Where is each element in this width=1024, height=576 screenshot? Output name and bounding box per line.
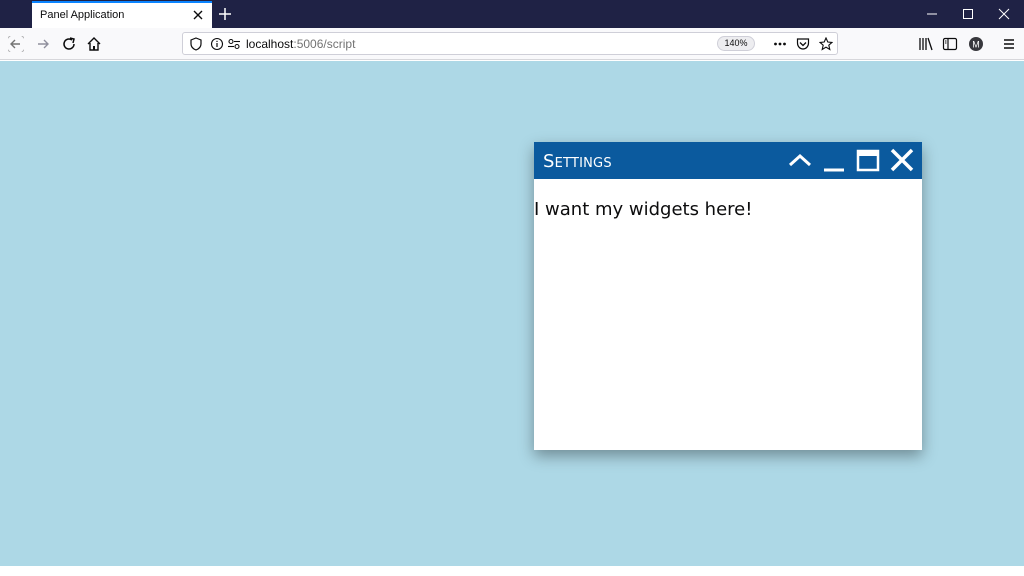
- tab-strip: Panel Application: [0, 0, 1024, 28]
- tab-title: Panel Application: [40, 9, 125, 21]
- close-icon[interactable]: [986, 0, 1022, 28]
- account-initial: M: [972, 40, 980, 50]
- star-icon[interactable]: [818, 36, 834, 51]
- maximize-icon[interactable]: [950, 0, 986, 28]
- minimize-icon[interactable]: [914, 0, 950, 28]
- info-icon[interactable]: [210, 37, 224, 51]
- navigation-toolbar: localhost:5006/script 140% M: [0, 28, 1024, 60]
- minimize-icon[interactable]: [820, 148, 848, 174]
- panel-header[interactable]: Settings: [534, 142, 922, 179]
- account-icon[interactable]: M: [964, 32, 988, 56]
- reload-icon[interactable]: [57, 32, 81, 56]
- tab-panel-application[interactable]: Panel Application: [32, 1, 212, 28]
- panel-body-text: I want my widgets here!: [534, 199, 753, 220]
- settings-floatpanel: Settings I want my widgets here!: [534, 142, 922, 450]
- url-host: localhost: [246, 37, 294, 51]
- back-icon[interactable]: [4, 32, 28, 56]
- library-icon[interactable]: [914, 32, 938, 56]
- url-text[interactable]: localhost:5006/script: [246, 37, 355, 51]
- shield-icon[interactable]: [189, 37, 203, 51]
- url-path: :5006/script: [293, 37, 356, 51]
- permissions-icon[interactable]: [227, 37, 241, 51]
- plus-icon[interactable]: [216, 5, 234, 23]
- chevron-up-icon[interactable]: [786, 148, 814, 174]
- url-bar[interactable]: localhost:5006/script 140%: [182, 32, 838, 55]
- page-bottom-strip: [0, 566, 1024, 576]
- pocket-icon[interactable]: [796, 37, 810, 51]
- forward-icon[interactable]: [31, 32, 55, 56]
- panel-title: Settings: [543, 151, 612, 172]
- menu-icon[interactable]: [997, 32, 1021, 56]
- sidebar-icon[interactable]: [938, 32, 962, 56]
- zoom-level-badge[interactable]: 140%: [717, 36, 755, 51]
- close-icon[interactable]: [190, 7, 206, 23]
- maximize-icon[interactable]: [854, 148, 882, 174]
- close-icon[interactable]: [888, 148, 916, 174]
- more-icon[interactable]: [773, 37, 787, 51]
- home-icon[interactable]: [82, 32, 106, 56]
